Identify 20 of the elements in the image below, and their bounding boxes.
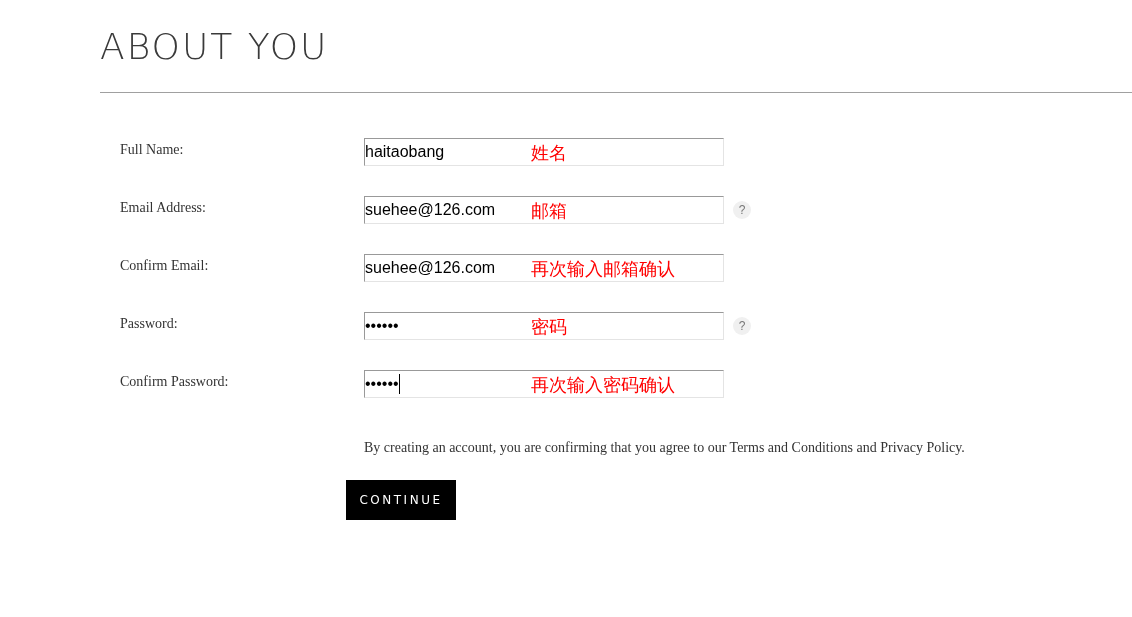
- input-field[interactable]: •••••• 再次输入密码确认: [364, 370, 724, 398]
- help-icon[interactable]: ?: [733, 201, 751, 219]
- field-label: Password:: [119, 316, 179, 332]
- field-label: Confirm Email:: [119, 258, 210, 274]
- continue-button[interactable]: CONTINUE: [346, 480, 456, 520]
- annotation-text: 邮箱: [531, 199, 567, 223]
- input-field[interactable]: haitaobang 姓名: [364, 138, 724, 166]
- annotation-text: 再次输入密码确认: [531, 373, 675, 397]
- page-heading: ABOUT YOU: [100, 26, 329, 68]
- field-label: Full Name:: [119, 142, 185, 158]
- terms-text: By creating an account, you are confirming that you agree to our Terms and Conditions and Privacy Policy.: [364, 440, 965, 456]
- field-label: Email Address:: [119, 200, 207, 216]
- input-field[interactable]: suehee@126.com 邮箱: [364, 196, 724, 224]
- help-icon[interactable]: ?: [733, 317, 751, 335]
- annotation-text: 密码: [531, 315, 567, 339]
- input-field[interactable]: suehee@126.com 再次输入邮箱确认: [364, 254, 724, 282]
- annotation-text: 姓名: [531, 141, 567, 165]
- annotation-text: 再次输入邮箱确认: [531, 257, 675, 281]
- input-field[interactable]: •••••• 密码: [364, 312, 724, 340]
- field-label: Confirm Password:: [119, 374, 230, 390]
